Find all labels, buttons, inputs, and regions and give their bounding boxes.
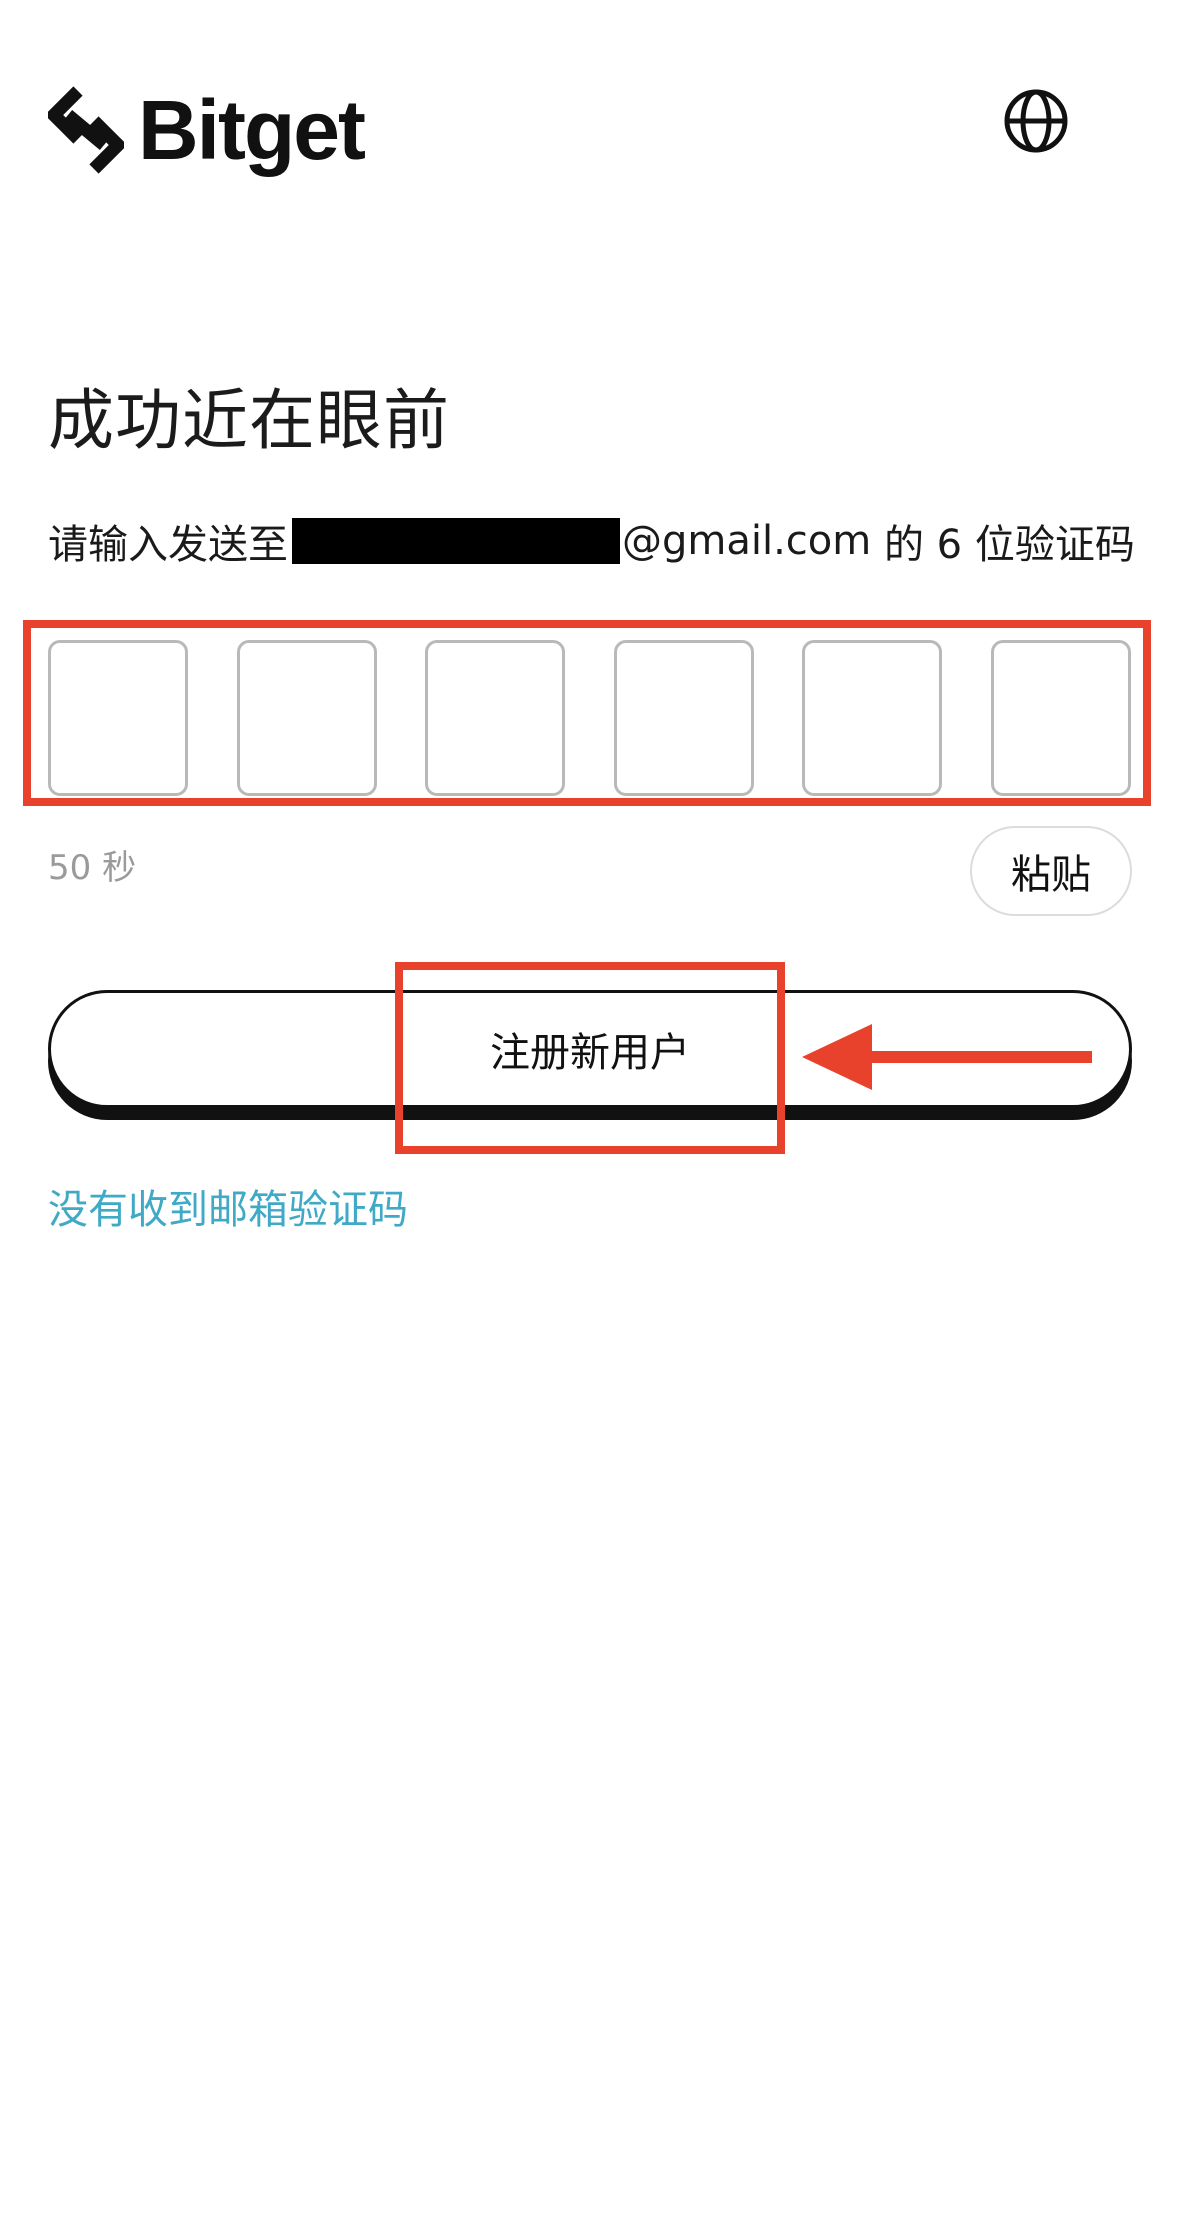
otp-highlight-annotation — [23, 620, 1151, 806]
bitget-logo-mark-icon — [48, 86, 124, 174]
no-email-code-link[interactable]: 没有收到邮箱验证码 — [48, 1186, 408, 1234]
instructions-prefix: 请输入发送至 — [48, 522, 288, 568]
email-domain: @gmail.com — [622, 518, 872, 564]
redacted-email-block — [292, 518, 620, 564]
brand-name: Bitget — [138, 83, 366, 177]
paste-button[interactable]: 粘贴 — [970, 826, 1132, 916]
instructions-suffix: 的 6 位验证码 — [871, 522, 1135, 568]
register-button[interactable]: 注册新用户 — [48, 990, 1132, 1108]
page-title: 成功近在眼前 — [48, 382, 450, 459]
verification-instructions: 请输入发送至 @gmail.com 的 6 位验证码 — [48, 515, 1135, 568]
globe-icon — [1004, 89, 1068, 153]
language-button[interactable] — [1003, 88, 1069, 154]
bitget-logo: Bitget — [48, 80, 366, 180]
resend-countdown: 50 秒 — [48, 848, 137, 888]
